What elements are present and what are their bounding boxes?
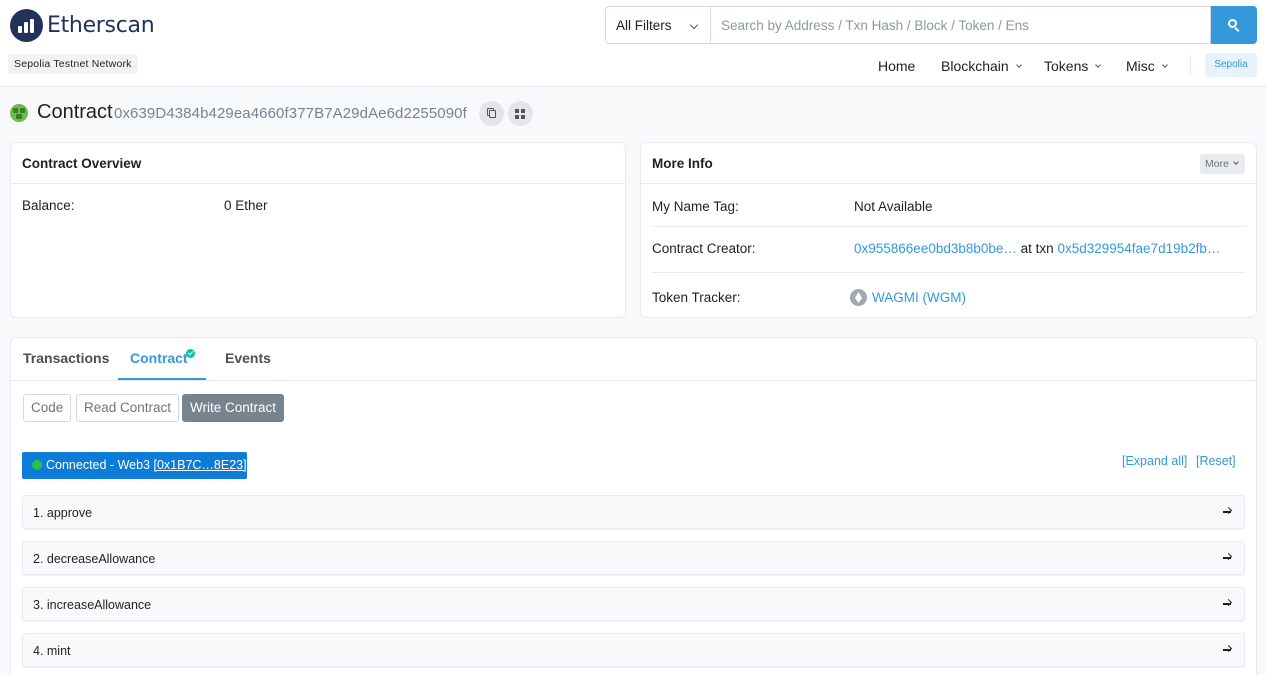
function-label: 4. mint: [33, 644, 71, 658]
nav-divider: [1190, 55, 1191, 75]
network-label: Sepolia Testnet Network: [8, 54, 138, 74]
search-button[interactable]: [1211, 6, 1257, 44]
reset-link[interactable]: [Reset]: [1196, 454, 1236, 468]
site-header: Etherscan Sepolia Testnet Network All Fi…: [0, 0, 1266, 87]
token-tracker-label: Token Tracker:: [652, 290, 741, 305]
nav-blockchain[interactable]: Blockchain: [941, 56, 1022, 76]
tab-transactions[interactable]: Transactions: [23, 350, 109, 366]
function-row-decrease-allowance[interactable]: 2. decreaseAllowance: [22, 541, 1245, 575]
token-tracker-link[interactable]: WAGMI (WGM): [872, 290, 966, 305]
search-filter-label: All Filters: [616, 17, 672, 33]
arrow-right-icon: [1223, 598, 1233, 610]
more-info-card: More Info More My Name Tag: Not Availabl…: [640, 142, 1257, 318]
chevron-down-icon: [1095, 61, 1102, 68]
subtab-write-contract[interactable]: Write Contract: [182, 394, 285, 422]
search-input[interactable]: [710, 6, 1211, 44]
web3-address-link[interactable]: [0x1B7C…8E23]: [153, 458, 246, 472]
active-tab-indicator: [118, 378, 206, 380]
copy-address-button[interactable]: [479, 101, 504, 126]
web3-connected-button[interactable]: Connected - Web3 [0x1B7C…8E23]: [22, 452, 247, 479]
balance-value: 0 Ether: [224, 198, 268, 213]
nav-home-label: Home: [878, 58, 916, 74]
function-label: 2. decreaseAllowance: [33, 552, 156, 566]
subtab-read-contract[interactable]: Read Contract: [76, 394, 180, 422]
function-row-mint[interactable]: 4. mint: [22, 633, 1245, 667]
chevron-down-icon: [689, 20, 699, 30]
etherscan-logo[interactable]: Etherscan: [10, 9, 155, 42]
arrow-right-icon: [1223, 506, 1233, 518]
card-title: More Info: [652, 156, 713, 171]
chevron-down-icon: [1015, 61, 1022, 68]
nav-misc[interactable]: Misc: [1126, 56, 1168, 76]
balance-label: Balance:: [22, 198, 75, 213]
name-tag-label: My Name Tag:: [652, 199, 739, 214]
web3-status-text: Connected - Web3: [46, 458, 150, 472]
etherscan-logo-icon: [10, 9, 43, 42]
nav-tokens-label: Tokens: [1044, 58, 1089, 74]
arrow-right-icon: [1223, 552, 1233, 564]
contract-creator-label: Contract Creator:: [652, 241, 756, 256]
function-row-increase-allowance[interactable]: 3. increaseAllowance: [22, 587, 1245, 621]
search-filter-select[interactable]: All Filters: [605, 6, 710, 44]
arrow-right-icon: [1223, 644, 1233, 656]
creator-at-txn-text: at txn: [1020, 241, 1054, 256]
creator-address-link[interactable]: 0x955866ee0bd3b8b0be…: [854, 241, 1017, 256]
contract-overview-card: Contract Overview Balance: 0 Ether: [10, 142, 626, 318]
subtab-code[interactable]: Code: [23, 394, 72, 422]
function-label: 3. increaseAllowance: [33, 598, 152, 612]
ethereum-token-icon: [850, 289, 867, 306]
function-label: 1. approve: [33, 506, 93, 520]
nav-misc-label: Misc: [1126, 58, 1155, 74]
creator-txn-link[interactable]: 0x5d329954fae7d19b2fb…: [1057, 241, 1220, 256]
expand-all-link[interactable]: [Expand all]: [1122, 454, 1187, 468]
network-switch-button[interactable]: Sepolia: [1205, 53, 1257, 77]
qr-code-button[interactable]: [508, 101, 533, 126]
page-title: Contract: [37, 101, 113, 123]
contract-address: 0x639D4384b429ea4660f377B7A29dAe6d225509…: [114, 105, 467, 122]
nav-blockchain-label: Blockchain: [941, 58, 1009, 74]
connection-status-icon: [32, 460, 42, 470]
qr-code-icon: [515, 109, 519, 113]
card-title: Contract Overview: [22, 156, 142, 171]
brand-name: Etherscan: [47, 13, 155, 38]
verified-check-icon: [186, 349, 195, 358]
chevron-down-icon: [1233, 159, 1239, 165]
more-dropdown-button[interactable]: More: [1200, 154, 1245, 174]
chevron-down-icon: [1161, 61, 1168, 68]
function-row-approve[interactable]: 1. approve: [22, 495, 1245, 529]
tab-contract[interactable]: Contract: [130, 350, 188, 366]
search-bar: All Filters: [605, 6, 1257, 44]
contract-tabs-card: Transactions Contract Events Code Read C…: [10, 337, 1257, 675]
nav-tokens[interactable]: Tokens: [1044, 56, 1102, 76]
tab-events[interactable]: Events: [225, 350, 271, 366]
contract-avatar-icon: [10, 104, 28, 122]
more-button-label: More: [1205, 158, 1229, 170]
name-tag-value: Not Available: [854, 199, 933, 214]
nav-home[interactable]: Home: [878, 56, 915, 76]
